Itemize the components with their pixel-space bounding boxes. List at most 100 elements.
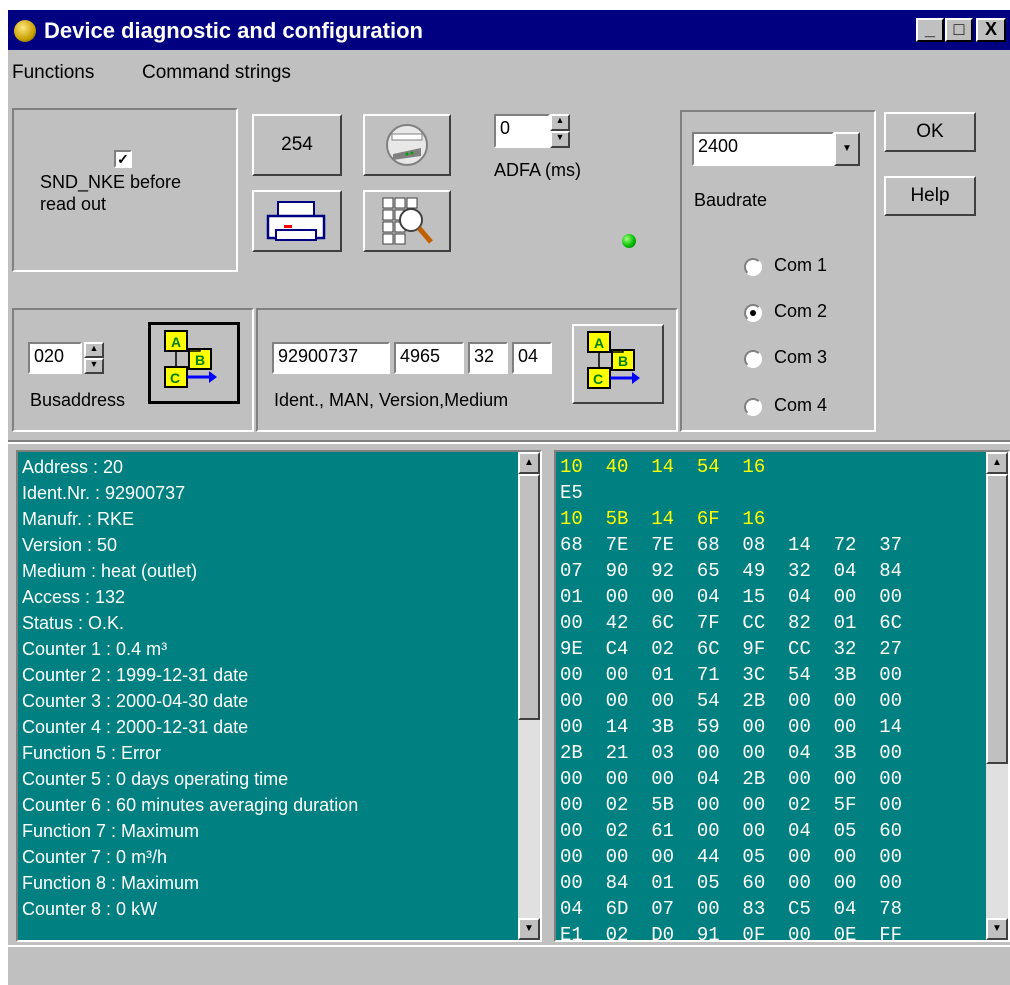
- readout-line: Counter 3 : 2000-04-30 date: [22, 691, 249, 711]
- busaddress-spinner[interactable]: ▲ ▼: [84, 342, 104, 374]
- status-bar: [8, 945, 1010, 985]
- menu-command-strings[interactable]: Command strings: [142, 62, 291, 84]
- adfa-spinner[interactable]: ▲ ▼: [550, 114, 570, 148]
- com2-label: Com 2: [774, 301, 828, 321]
- window-title: Device diagnostic and configuration: [44, 18, 423, 43]
- readout-line: Ident.Nr. : 92900737: [22, 483, 186, 503]
- print-button[interactable]: [252, 190, 342, 252]
- meter-read-button[interactable]: [363, 114, 451, 176]
- spin-up-icon[interactable]: ▲: [550, 114, 570, 131]
- readout-line: Counter 5 : 0 days operating time: [22, 769, 289, 789]
- busaddress-apply-button[interactable]: A B C: [148, 322, 240, 404]
- maximize-button[interactable]: □: [945, 18, 973, 42]
- com4-label: Com 4: [774, 395, 828, 415]
- spin-down-icon[interactable]: ▼: [550, 131, 570, 148]
- status-led-icon: [622, 234, 636, 248]
- readout-line: Counter 8 : 0 kW: [22, 899, 158, 919]
- com1-radio[interactable]: [744, 258, 762, 276]
- readout-line: Counter 4 : 2000-12-31 date: [22, 717, 249, 737]
- readout-line: Counter 6 : 60 minutes averaging duratio…: [22, 795, 359, 815]
- ident-apply-button[interactable]: A B C: [572, 324, 664, 404]
- busaddress-input[interactable]: 020: [28, 342, 82, 374]
- snd-nke-label-line1: SND_NKE before: [40, 172, 182, 192]
- splitter[interactable]: [544, 450, 554, 942]
- hex-line: 00 00 00 54 2B 00 00 00: [560, 690, 903, 712]
- readout-line: Medium : heat (outlet): [22, 561, 198, 581]
- readout-scrollbar[interactable]: ▲ ▼: [518, 452, 540, 940]
- spin-down-icon[interactable]: ▼: [84, 358, 104, 374]
- hex-panel[interactable]: 10 40 14 54 16 E5 10 5B 14 6F 16 68 7E 7E 6…: [554, 450, 1010, 942]
- divider: [8, 442, 1010, 444]
- svg-text:C: C: [170, 370, 180, 386]
- baudrate-label: Baudrate: [694, 190, 768, 210]
- hex-line: E1 02 D0 91 0F 00 0E FF: [560, 924, 903, 942]
- medium-input[interactable]: 04: [512, 342, 552, 374]
- readout-line: Access : 132: [22, 587, 126, 607]
- abc-transfer-icon: A B C: [164, 330, 217, 388]
- com4-radio[interactable]: [744, 398, 762, 416]
- readout-panel[interactable]: Address : 20 Ident.Nr. : 92900737 Manufr. …: [16, 450, 542, 942]
- scroll-up-icon[interactable]: ▲: [986, 452, 1008, 474]
- scroll-up-icon[interactable]: ▲: [518, 452, 540, 474]
- com3-radio[interactable]: [744, 350, 762, 368]
- ident-label: Ident., MAN, Version,Medium: [274, 390, 509, 410]
- hex-line: 00 42 6C 7F CC 82 01 6C: [560, 612, 903, 634]
- readout-line: Status : O.K.: [22, 613, 125, 633]
- abc-transfer-icon: A B C: [587, 331, 640, 389]
- title-bar[interactable]: Device diagnostic and configuration _ □ …: [8, 10, 1010, 50]
- man-input[interactable]: 4965: [394, 342, 464, 374]
- hex-line: 00 00 00 44 05 00 00 00: [560, 846, 903, 868]
- hex-line: 00 84 01 05 60 00 00 00: [560, 872, 903, 894]
- printer-icon: [266, 201, 326, 241]
- spin-up-icon[interactable]: ▲: [84, 342, 104, 358]
- snd-nke-label-line2: read out: [40, 194, 107, 214]
- readout-line: Version : 50: [22, 535, 118, 555]
- ok-button[interactable]: OK: [884, 112, 976, 152]
- hex-line: 2B 21 03 00 00 04 3B 00: [560, 742, 903, 764]
- app-icon: [14, 20, 36, 42]
- adfa-input[interactable]: 0: [494, 114, 550, 148]
- busaddress-label: Busaddress: [30, 390, 126, 410]
- scroll-down-icon[interactable]: ▼: [986, 918, 1008, 940]
- readout-line: Manufr. : RKE: [22, 509, 135, 529]
- version-input[interactable]: 32: [468, 342, 508, 374]
- main-window: Device diagnostic and configuration _ □ …: [8, 10, 1010, 985]
- readout-line: Address : 20: [22, 457, 124, 477]
- readout-line: Counter 7 : 0 m³/h: [22, 847, 168, 867]
- hex-line: 10 40 14 54 16: [560, 456, 766, 478]
- hex-line: 07 90 92 65 49 32 04 84: [560, 560, 903, 582]
- snd-nke-checkbox[interactable]: ✓: [114, 150, 132, 168]
- baudrate-select[interactable]: 2400: [692, 132, 834, 166]
- search-button[interactable]: [363, 190, 451, 252]
- dropdown-arrow-icon[interactable]: ▼: [834, 132, 860, 166]
- scroll-thumb[interactable]: [986, 474, 1008, 764]
- minimize-button[interactable]: _: [916, 18, 944, 42]
- help-button[interactable]: Help: [884, 176, 976, 216]
- hex-line: 00 00 01 71 3C 54 3B 00: [560, 664, 903, 686]
- readout-line: Function 5 : Error: [22, 743, 162, 763]
- hex-list: 10 40 14 54 16 E5 10 5B 14 6F 16 68 7E 7E 6…: [560, 454, 980, 942]
- button-254[interactable]: 254: [252, 114, 342, 176]
- hex-line: E5: [560, 482, 583, 504]
- meter-icon: [386, 124, 428, 166]
- ident-input[interactable]: 92900737: [272, 342, 390, 374]
- svg-text:B: B: [618, 353, 628, 369]
- hex-line: 00 00 00 04 2B 00 00 00: [560, 768, 903, 790]
- hex-line: 00 02 5B 00 00 02 5F 00: [560, 794, 903, 816]
- scroll-down-icon[interactable]: ▼: [518, 918, 540, 940]
- hex-line: 00 14 3B 59 00 00 00 14: [560, 716, 903, 738]
- scroll-thumb[interactable]: [518, 474, 540, 720]
- busaddress-group: 020 ▲ ▼ Busaddress A B C: [12, 308, 254, 432]
- hex-line: 01 00 00 04 15 04 00 00: [560, 586, 903, 608]
- hex-line: 68 7E 7E 68 08 14 72 37: [560, 534, 903, 556]
- close-button[interactable]: X: [976, 18, 1006, 42]
- menu-bar: Functions Command strings: [8, 56, 1010, 90]
- com3-label: Com 3: [774, 347, 828, 367]
- menu-functions[interactable]: Functions: [12, 62, 94, 84]
- com2-radio[interactable]: [744, 304, 762, 322]
- ident-group: 92900737 4965 32 04 Ident., MAN, Version…: [256, 308, 678, 432]
- hex-scrollbar[interactable]: ▲ ▼: [986, 452, 1008, 940]
- readout-line: Function 7 : Maximum: [22, 821, 200, 841]
- svg-text:A: A: [594, 335, 604, 351]
- magnifier-icon: [382, 197, 433, 245]
